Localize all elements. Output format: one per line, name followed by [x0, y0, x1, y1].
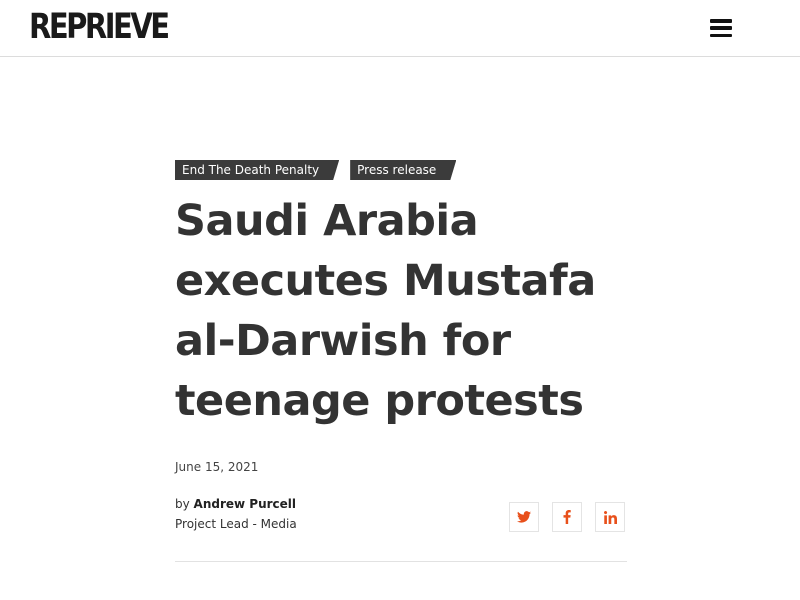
linkedin-icon — [603, 510, 617, 524]
article: End The Death Penalty Press release Saud… — [175, 160, 627, 562]
menu-bar — [710, 26, 732, 30]
byline-author-line: by Andrew Purcell — [175, 494, 297, 514]
author-role: Project Lead - Media — [175, 517, 297, 531]
site-header: REPRIEVE — [0, 0, 800, 57]
article-tags: End The Death Penalty Press release — [175, 160, 627, 180]
content-divider — [175, 561, 627, 562]
facebook-icon — [563, 510, 571, 524]
facebook-share-button[interactable] — [552, 502, 582, 532]
byline-prefix: by — [175, 497, 190, 511]
article-title: Saudi Arabia executes Mustafa al-Darwish… — [175, 196, 596, 426]
hamburger-menu-icon[interactable] — [708, 17, 734, 39]
tag-end-the-death-penalty[interactable]: End The Death Penalty — [175, 160, 339, 180]
menu-bar — [710, 33, 732, 37]
twitter-icon — [517, 511, 531, 523]
reprieve-logo[interactable]: REPRIEVE — [29, 8, 170, 44]
byline: by Andrew Purcell Project Lead - Media — [175, 494, 297, 534]
linkedin-share-button[interactable] — [595, 502, 625, 532]
share-buttons — [509, 502, 625, 532]
menu-bar — [710, 19, 732, 23]
article-date: June 15, 2021 — [175, 460, 259, 474]
author-name[interactable]: Andrew Purcell — [194, 497, 296, 511]
twitter-share-button[interactable] — [509, 502, 539, 532]
tag-press-release[interactable]: Press release — [350, 160, 456, 180]
